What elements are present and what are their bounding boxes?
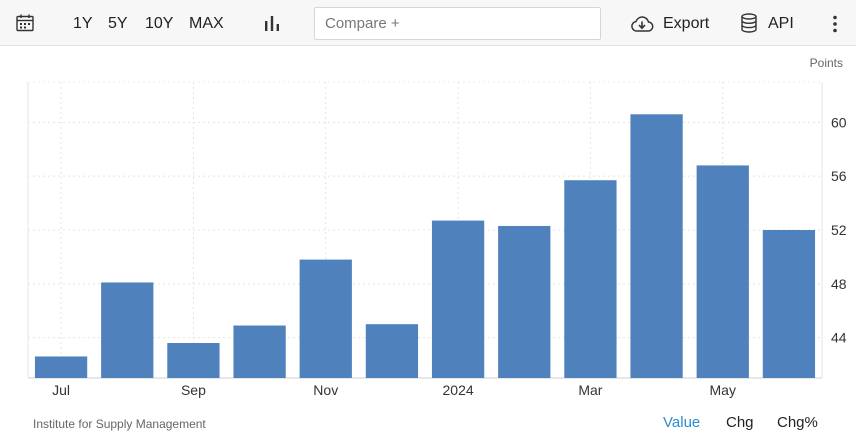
x-tick-label: Sep (181, 382, 206, 398)
bar-feb[interactable] (498, 225, 551, 378)
x-tick-label: 2024 (443, 382, 474, 398)
bar-apr[interactable] (630, 114, 683, 379)
y-tick-label: 60 (831, 114, 847, 130)
y-tick-label: 44 (831, 330, 847, 346)
bar-mar[interactable] (564, 180, 617, 378)
y-tick-label: 52 (831, 222, 847, 238)
bar-aug[interactable] (101, 282, 154, 378)
bar-2024[interactable] (431, 220, 485, 378)
x-tick-label: Nov (313, 382, 338, 398)
y-tick-label: 56 (831, 168, 847, 184)
chart-toolbar: 1Y 5Y 10Y MAX Export API (0, 0, 856, 46)
mode-chg-percent-button[interactable]: Chg% (777, 414, 818, 431)
export-button[interactable]: Export (663, 0, 709, 46)
x-axis-ticks: Jul Sep Nov 2024 Mar May (52, 382, 736, 398)
bar-may[interactable] (696, 165, 749, 378)
api-button[interactable]: API (768, 0, 794, 46)
range-1y-button[interactable]: 1Y (73, 0, 93, 46)
bar-dec[interactable] (365, 324, 419, 378)
calendar-icon[interactable] (16, 14, 34, 32)
bar-sep[interactable] (167, 343, 220, 378)
source-label: Institute for Supply Management (33, 417, 206, 431)
y-axis-ticks: 44 48 52 56 60 (831, 114, 847, 345)
more-vertical-icon[interactable] (831, 15, 839, 33)
x-tick-label: May (710, 382, 736, 398)
x-tick-label: Jul (52, 382, 70, 398)
range-max-button[interactable]: MAX (189, 0, 224, 46)
bar-jun[interactable] (762, 230, 816, 378)
mode-chg-button[interactable]: Chg (726, 414, 754, 431)
bar-chart-icon[interactable] (264, 15, 280, 31)
x-tick-label: Mar (578, 382, 602, 398)
bar-oct[interactable] (233, 325, 286, 378)
compare-field[interactable] (314, 7, 601, 40)
chart-bars (34, 114, 816, 379)
cloud-download-icon[interactable] (630, 15, 654, 33)
compare-input[interactable] (315, 8, 600, 39)
bar-jul[interactable] (34, 356, 88, 378)
database-icon[interactable] (741, 13, 757, 33)
bar-nov[interactable] (299, 259, 352, 378)
range-10y-button[interactable]: 10Y (145, 0, 173, 46)
mode-value-button[interactable]: Value (663, 414, 700, 431)
bar-chart: Points 44 48 52 56 60 Jul Sep Nov 2024 Mar May (27, 56, 847, 398)
y-tick-label: 48 (831, 276, 847, 292)
unit-label: Points (810, 56, 843, 70)
range-5y-button[interactable]: 5Y (108, 0, 128, 46)
